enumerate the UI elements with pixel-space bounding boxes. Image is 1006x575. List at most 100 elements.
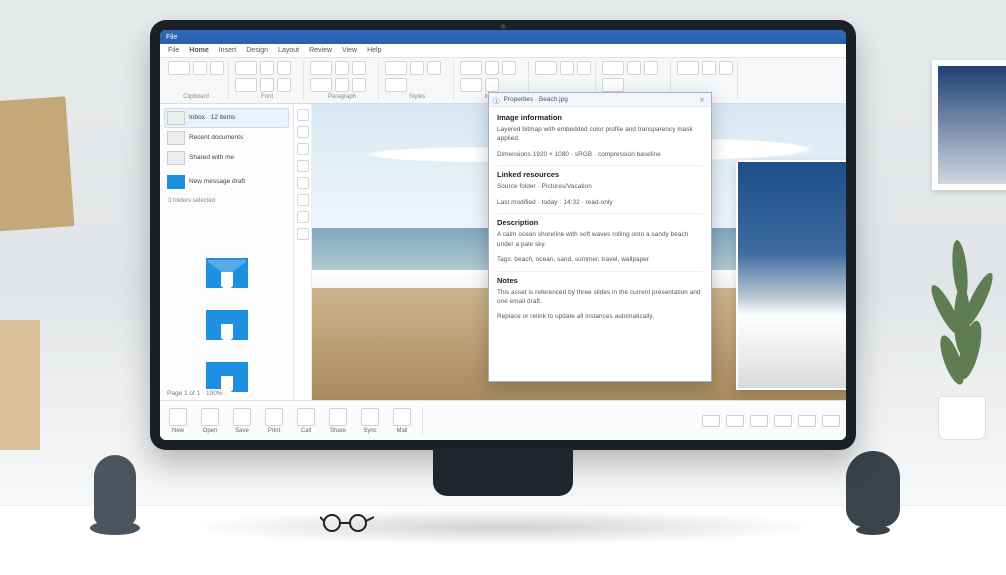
sidebar: Inbox · 12 itemsRecent documents Shared w… (160, 104, 294, 400)
phone-button[interactable]: Call (294, 406, 318, 436)
mail-button[interactable]: Mail (390, 406, 414, 436)
ribbon-tab[interactable]: Insert (219, 47, 237, 54)
ribbon-button[interactable] (385, 78, 407, 92)
sidebar-mail-row[interactable]: New message draft (164, 172, 289, 192)
zoom-out-button[interactable] (774, 415, 792, 427)
button-label: New (172, 428, 184, 434)
phone-icon (297, 408, 315, 426)
app-menu-file[interactable]: File (166, 34, 177, 41)
ribbon-button[interactable] (260, 61, 274, 75)
file-icon (169, 408, 187, 426)
ribbon-button[interactable] (677, 61, 699, 75)
ribbon-tab[interactable]: View (342, 47, 357, 54)
ribbon-tab[interactable]: Layout (278, 47, 299, 54)
ribbon-button[interactable] (235, 61, 257, 75)
ribbon-button[interactable] (427, 61, 441, 75)
file-button[interactable]: New (166, 406, 190, 436)
sidebar-item[interactable]: Recent documents (164, 128, 289, 148)
ribbon-group: Clipboard (164, 61, 229, 100)
ribbon-tab[interactable]: Review (309, 47, 332, 54)
ribbon-button[interactable] (644, 61, 658, 75)
tool-button[interactable] (297, 109, 309, 121)
settings-button[interactable] (822, 415, 840, 427)
ribbon-group-label: Styles (385, 94, 449, 100)
button-label: Open (203, 428, 218, 434)
ribbon-button[interactable] (460, 78, 482, 92)
ribbon-tab[interactable]: Home (189, 47, 208, 54)
ribbon-group-label: Paragraph (310, 94, 374, 100)
tool-button[interactable] (297, 126, 309, 138)
ribbon-button[interactable] (310, 78, 332, 92)
decor-lamp (80, 425, 150, 535)
ribbon-tab[interactable]: File (168, 47, 179, 54)
sidebar-item-label: Shared with me (189, 154, 286, 162)
ribbon-button[interactable] (535, 61, 557, 75)
ribbon-button[interactable] (410, 61, 424, 75)
ribbon-button[interactable] (560, 61, 574, 75)
ribbon-button[interactable] (577, 61, 591, 75)
ribbon-button[interactable] (277, 61, 291, 75)
dialog-title: Properties · Beach.jpg (504, 96, 568, 103)
sync-button[interactable]: Sync (358, 406, 382, 436)
ribbon-button[interactable] (335, 78, 349, 92)
mail-folder-icon[interactable] (204, 254, 250, 292)
ribbon-tab[interactable]: Design (246, 47, 268, 54)
ribbon-button[interactable] (502, 61, 516, 75)
ribbon-button[interactable] (310, 61, 332, 75)
ribbon-button[interactable] (352, 78, 366, 92)
info-icon: ⓘ (493, 95, 500, 105)
ribbon-button[interactable] (485, 78, 499, 92)
ribbon-button[interactable] (385, 61, 407, 75)
print-button[interactable]: Print (262, 406, 286, 436)
tool-button[interactable] (297, 143, 309, 155)
dialog-text: This asset is referenced by three slides… (497, 288, 703, 307)
dialog-heading: Notes (497, 276, 703, 285)
share-button[interactable]: Share (326, 406, 350, 436)
ribbon-button[interactable] (602, 78, 624, 92)
print-icon (265, 408, 283, 426)
button-label: Share (330, 428, 346, 434)
ribbon-button[interactable] (235, 78, 257, 92)
decor-speaker (838, 445, 906, 535)
zoom-in-button[interactable] (798, 415, 816, 427)
close-icon[interactable]: ✕ (697, 95, 707, 105)
mail-icon (393, 408, 411, 426)
share-icon (329, 408, 347, 426)
tool-button[interactable] (297, 160, 309, 172)
tool-button[interactable] (297, 228, 309, 240)
ribbon-button[interactable] (335, 61, 349, 75)
view-mode-button[interactable] (726, 415, 744, 427)
dialog-titlebar[interactable]: ⓘ Properties · Beach.jpg ✕ (489, 93, 711, 107)
button-label: Call (301, 428, 311, 434)
ribbon-button[interactable] (702, 61, 716, 75)
dialog-heading: Image information (497, 113, 703, 122)
tool-button[interactable] (297, 211, 309, 223)
save-button[interactable]: Save (230, 406, 254, 436)
ribbon-group: Font (231, 61, 304, 100)
ribbon-tab[interactable]: Help (367, 47, 381, 54)
ribbon-button[interactable] (277, 78, 291, 92)
monitor-frame: File File Home Insert Design Layout Review Vie… (150, 20, 856, 450)
ribbon-button[interactable] (602, 61, 624, 75)
ribbon-button[interactable] (719, 61, 733, 75)
view-mode-button[interactable] (702, 415, 720, 427)
ribbon-button[interactable] (627, 61, 641, 75)
ribbon-button[interactable] (485, 61, 499, 75)
mail-folder-icon[interactable] (204, 306, 250, 344)
ribbon-button[interactable] (193, 61, 207, 75)
decor-folder (0, 320, 40, 450)
ribbon-button[interactable] (210, 61, 224, 75)
button-label: Save (235, 428, 249, 434)
view-mode-button[interactable] (750, 415, 768, 427)
ribbon-button[interactable] (352, 61, 366, 75)
ribbon-button[interactable] (460, 61, 482, 75)
tool-button[interactable] (297, 177, 309, 189)
ribbon-button[interactable] (168, 61, 190, 75)
tool-button[interactable] (297, 194, 309, 206)
folder-open-button[interactable]: Open (198, 406, 222, 436)
button-label: Mail (396, 428, 407, 434)
ribbon-button[interactable] (260, 78, 274, 92)
sidebar-item[interactable]: Shared with me (164, 148, 289, 168)
status-text: Page 1 of 1 · 100% (164, 389, 226, 398)
sidebar-item[interactable]: Inbox · 12 items (164, 108, 289, 128)
